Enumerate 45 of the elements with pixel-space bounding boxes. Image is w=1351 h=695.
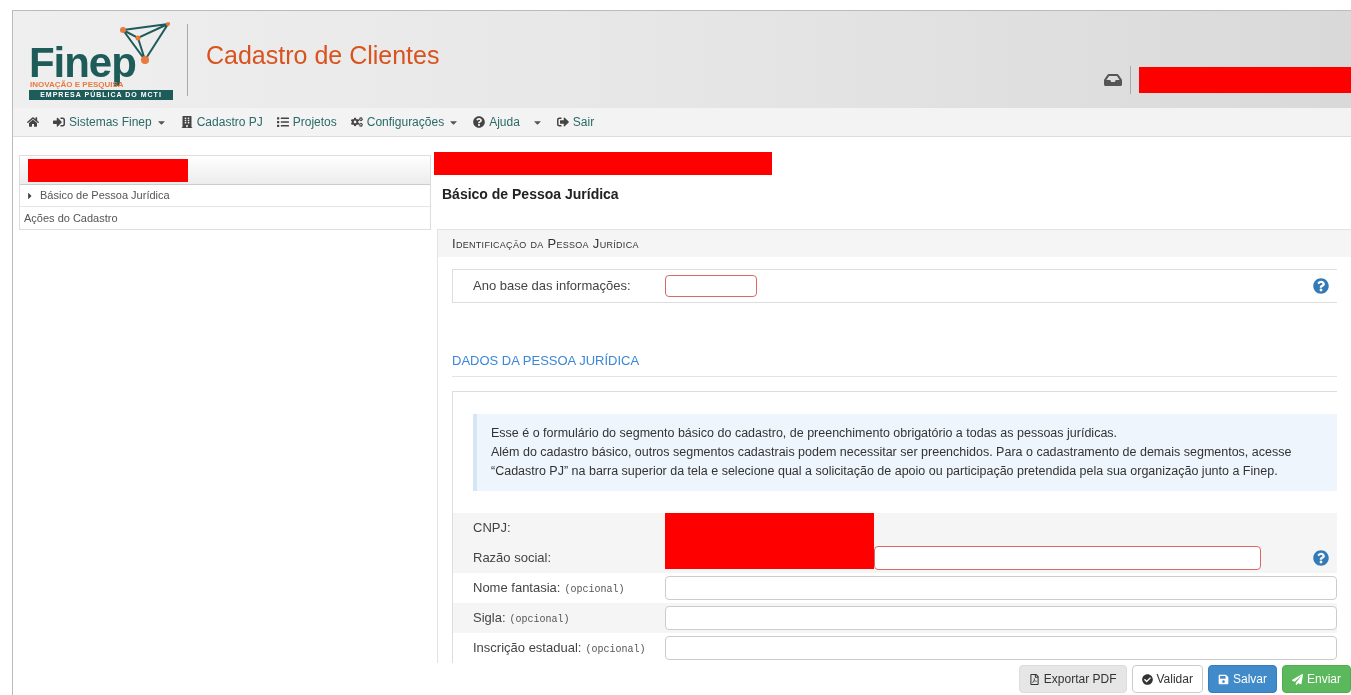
section-title: DADOS DA PESSOA JURÍDICA bbox=[452, 350, 1337, 377]
sidebar-item[interactable]: Ações do Cadastro bbox=[20, 207, 430, 229]
nav-link[interactable]: Configurações bbox=[350, 113, 460, 131]
sidebar-item[interactable]: Básico de Pessoa Jurídica bbox=[20, 185, 430, 207]
field-label: Inscrição estadual: bbox=[473, 639, 582, 658]
app-title: Cadastro de Clientes bbox=[206, 39, 440, 71]
field-label: Nome fantasia: bbox=[473, 579, 561, 598]
pdf-file-icon bbox=[1028, 673, 1040, 685]
list-icon bbox=[276, 116, 289, 128]
text-input[interactable] bbox=[874, 546, 1261, 570]
sign-in-icon bbox=[53, 116, 65, 128]
building-icon bbox=[180, 116, 193, 128]
gears-icon bbox=[350, 116, 363, 128]
page-title: Básico de Pessoa Jurídica bbox=[442, 185, 620, 204]
text-input[interactable] bbox=[665, 576, 1337, 600]
field-label: Sigla: bbox=[473, 609, 506, 628]
text-input[interactable] bbox=[665, 636, 1337, 660]
year-input[interactable] bbox=[665, 274, 757, 297]
paper-plane-icon bbox=[1292, 673, 1303, 685]
info-text: “Cadastro PJ” na barra superior da tela e selecione qual a solicitação de apoio ou participação pretendida pela sua organização junto a Finep. bbox=[491, 463, 1279, 480]
info-text: Além do cadastro básico, outros segmentos cadastrais podem necessitar ser preenchidos. Para o cadastramento de demais segmentos, acesse bbox=[491, 444, 1293, 461]
field-label: Razão social: bbox=[473, 549, 552, 568]
inbox-icon[interactable] bbox=[1104, 72, 1122, 88]
action-button[interactable]: Validar bbox=[1131, 665, 1203, 693]
nav-link[interactable]: Sistemas Finep bbox=[53, 113, 167, 131]
optional-note: (opcional) bbox=[585, 643, 646, 658]
optional-note: (opcional) bbox=[509, 613, 570, 628]
action-button[interactable]: Exportar PDF bbox=[1018, 665, 1127, 693]
field-label: Ano base das informações: bbox=[472, 276, 632, 295]
help-icon[interactable] bbox=[1313, 277, 1329, 294]
help-icon bbox=[473, 116, 486, 128]
home-icon bbox=[27, 116, 39, 128]
nav-link[interactable]: Ajuda bbox=[473, 113, 543, 131]
help-icon[interactable] bbox=[1313, 550, 1329, 566]
nav-link[interactable] bbox=[27, 116, 39, 128]
nav-link[interactable]: Projetos bbox=[276, 113, 337, 131]
field-label: CNPJ: bbox=[473, 519, 511, 538]
action-button[interactable]: Salvar bbox=[1207, 665, 1277, 693]
text-input[interactable] bbox=[665, 606, 1337, 630]
panel-heading: Identificação da Pessoa Jurídica bbox=[438, 230, 1351, 257]
nav-link[interactable]: Cadastro PJ bbox=[180, 113, 263, 131]
nav-link[interactable]: Sair bbox=[556, 113, 595, 131]
sign-out-icon bbox=[556, 116, 569, 128]
info-text: Esse é o formulário do segmento básico do cadastro, de preenchimento obrigatório a todas as pessoas jurídicas. bbox=[491, 425, 1119, 442]
optional-note: (opcional) bbox=[564, 583, 625, 598]
